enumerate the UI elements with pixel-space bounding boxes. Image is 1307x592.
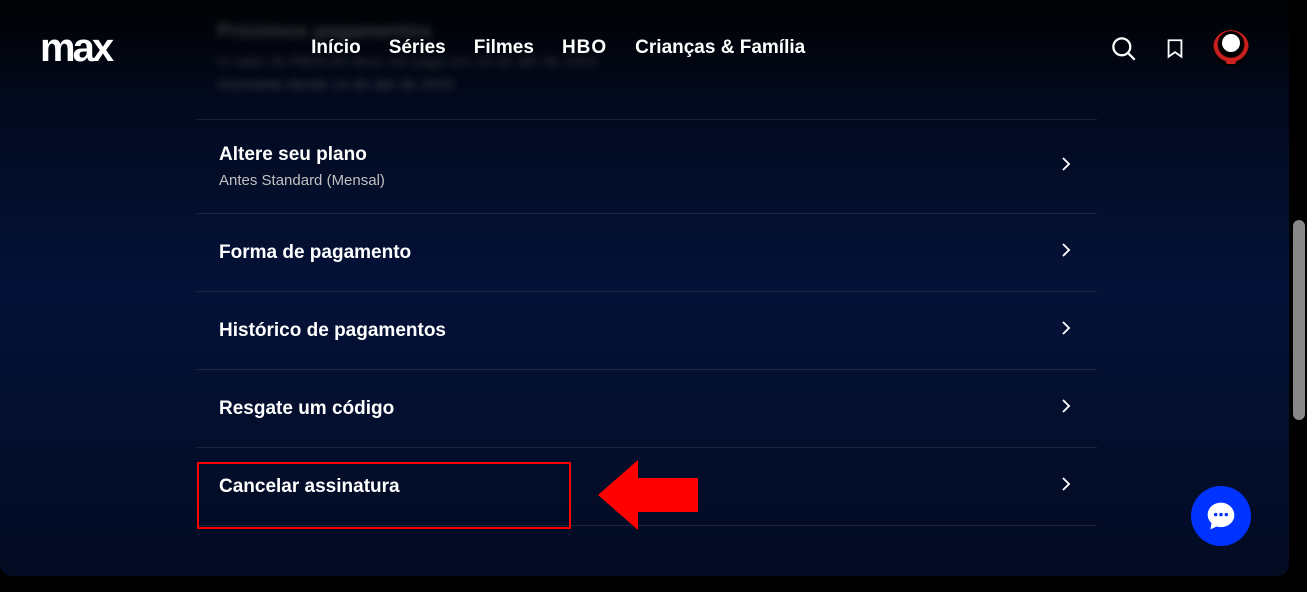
nav-filmes[interactable]: Filmes	[474, 37, 534, 59]
payment-history-item[interactable]: Histórico de pagamentos	[197, 292, 1097, 370]
nav-series[interactable]: Séries	[389, 37, 446, 59]
change-plan-title: Altere seu plano	[219, 144, 385, 166]
max-logo[interactable]: max	[40, 26, 111, 71]
cancel-subscription-item[interactable]: Cancelar assinatura	[197, 448, 1097, 526]
chat-button[interactable]	[1191, 486, 1251, 546]
nav-hbo[interactable]: HBO	[562, 37, 607, 59]
scrollbar[interactable]	[1293, 220, 1305, 420]
bookmark-icon[interactable]	[1161, 34, 1189, 62]
cancel-subscription-title: Cancelar assinatura	[219, 476, 400, 498]
chevron-right-icon	[1057, 155, 1075, 178]
payment-method-title: Forma de pagamento	[219, 242, 411, 264]
chevron-right-icon	[1057, 319, 1075, 342]
redeem-code-title: Resgate um código	[219, 398, 394, 420]
payment-method-item[interactable]: Forma de pagamento	[197, 214, 1097, 292]
redeem-code-item[interactable]: Resgate um código	[197, 370, 1097, 448]
subscription-menu: Altere seu plano Antes Standard (Mensal)…	[197, 119, 1097, 526]
chevron-right-icon	[1057, 475, 1075, 498]
nav-criancas[interactable]: Crianças & Família	[635, 37, 805, 59]
search-icon[interactable]	[1109, 34, 1137, 62]
profile-avatar[interactable]	[1213, 30, 1249, 66]
main-nav: Início Séries Filmes HBO Crianças & Famí…	[311, 37, 805, 59]
payment-history-title: Histórico de pagamentos	[219, 320, 446, 342]
change-plan-item[interactable]: Altere seu plano Antes Standard (Mensal)	[197, 120, 1097, 214]
chevron-right-icon	[1057, 241, 1075, 264]
chevron-right-icon	[1057, 397, 1075, 420]
nav-inicio[interactable]: Início	[311, 37, 361, 59]
change-plan-subtitle: Antes Standard (Mensal)	[219, 172, 385, 189]
header-right	[1109, 30, 1249, 66]
header: max Início Séries Filmes HBO Crianças & …	[0, 0, 1289, 96]
chat-icon	[1205, 500, 1237, 532]
